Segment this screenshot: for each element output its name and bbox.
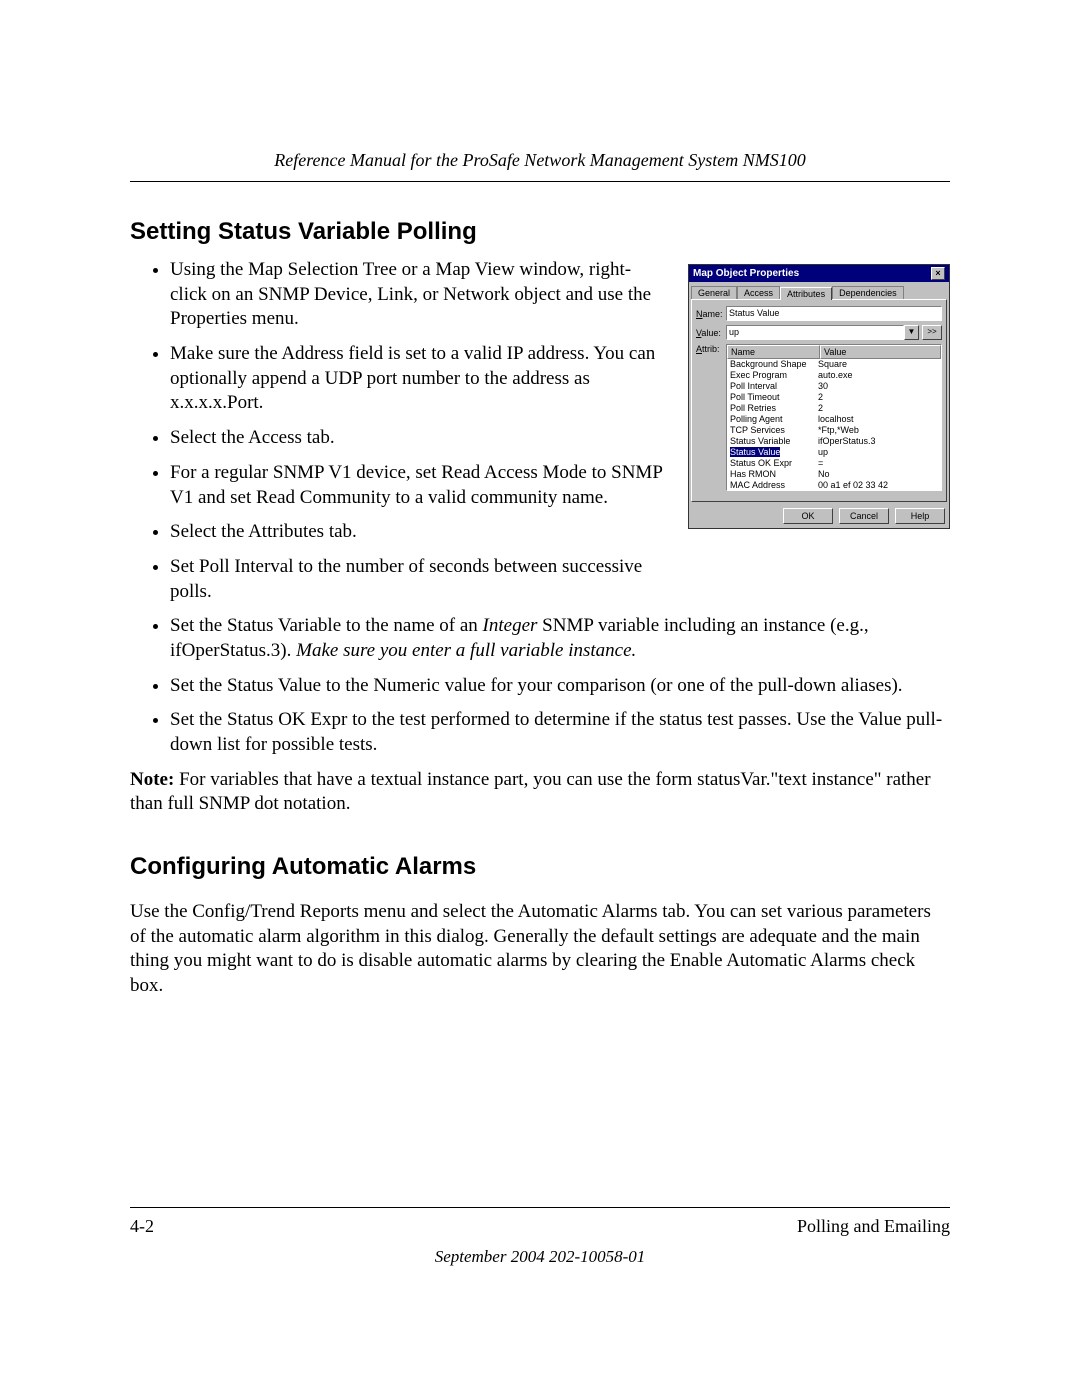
- table-row[interactable]: Exec Programauto.exe: [727, 370, 941, 381]
- bullet-item: Set Poll Interval to the number of secon…: [170, 555, 668, 604]
- dropdown-icon[interactable]: ▼: [904, 325, 919, 340]
- cancel-button[interactable]: Cancel: [839, 508, 889, 524]
- attrib-label: Attrib:: [696, 344, 726, 354]
- heading-setting-status: Setting Status Variable Polling: [130, 218, 950, 246]
- footer-rule: [130, 1207, 950, 1208]
- bullet-item: Set the Status Value to the Numeric valu…: [170, 674, 950, 699]
- bullet-item: Make sure the Address field is set to a …: [170, 342, 668, 416]
- col-header-value: Value: [820, 345, 941, 359]
- close-icon[interactable]: ×: [931, 267, 945, 280]
- tab-attributes[interactable]: Attributes: [780, 287, 832, 300]
- bullet-item: For a regular SNMP V1 device, set Read A…: [170, 461, 668, 510]
- table-row[interactable]: Background ShapeSquare: [727, 359, 941, 370]
- dialog-titlebar: Map Object Properties ×: [689, 265, 949, 282]
- table-row[interactable]: Poll Retries2: [727, 403, 941, 414]
- dialog-tabs: General Access Attributes Dependencies: [689, 282, 949, 299]
- bullet-list-full: Set the Status Variable to the name of a…: [130, 614, 950, 757]
- page-number: 4-2: [130, 1216, 154, 1237]
- bullet-item: Set the Status Variable to the name of a…: [170, 614, 950, 663]
- value-label: Value:: [696, 328, 726, 338]
- bullet-item: Select the Access tab.: [170, 426, 668, 451]
- page-header: Reference Manual for the ProSafe Network…: [130, 150, 950, 182]
- bullet-item: Set the Status OK Expr to the test perfo…: [170, 708, 950, 757]
- table-row[interactable]: Status Valueup: [727, 447, 941, 458]
- table-row[interactable]: Status VariableifOperStatus.3: [727, 436, 941, 447]
- tab-general[interactable]: General: [691, 286, 737, 299]
- table-row[interactable]: Poll Timeout2: [727, 392, 941, 403]
- map-object-properties-dialog: Map Object Properties × General Access A…: [688, 264, 950, 529]
- dialog-title-text: Map Object Properties: [693, 268, 799, 279]
- note-paragraph: Note: For variables that have a textual …: [130, 768, 950, 817]
- table-row[interactable]: TCP Services*Ftp,*Web: [727, 425, 941, 436]
- tab-access[interactable]: Access: [737, 286, 780, 299]
- attributes-table[interactable]: Name Value Background ShapeSquareExec Pr…: [726, 344, 942, 491]
- bullet-item: Select the Attributes tab.: [170, 520, 668, 545]
- value-input[interactable]: up: [726, 325, 904, 340]
- footer-section: Polling and Emailing: [797, 1216, 950, 1237]
- heading-configuring-alarms: Configuring Automatic Alarms: [130, 853, 950, 881]
- ok-button[interactable]: OK: [783, 508, 833, 524]
- col-header-name: Name: [727, 345, 820, 359]
- name-label: Name:: [696, 309, 726, 319]
- name-input[interactable]: Status Value: [726, 306, 942, 321]
- table-row[interactable]: Poll Interval30: [727, 381, 941, 392]
- help-button[interactable]: Help: [895, 508, 945, 524]
- table-row[interactable]: Has RMONNo: [727, 469, 941, 480]
- table-row[interactable]: Status OK Expr=: [727, 458, 941, 469]
- table-row[interactable]: Polling Agentlocalhost: [727, 414, 941, 425]
- bullet-item: Using the Map Selection Tree or a Map Vi…: [170, 258, 668, 332]
- value-aux-button[interactable]: >>: [922, 325, 942, 340]
- tab-dependencies[interactable]: Dependencies: [832, 286, 904, 299]
- footer-docinfo: September 2004 202-10058-01: [130, 1247, 950, 1267]
- alarms-paragraph: Use the Config/Trend Reports menu and se…: [130, 900, 950, 999]
- table-row[interactable]: MAC Address00 a1 ef 02 33 42: [727, 480, 941, 491]
- bullet-list-narrow: Using the Map Selection Tree or a Map Vi…: [130, 258, 668, 604]
